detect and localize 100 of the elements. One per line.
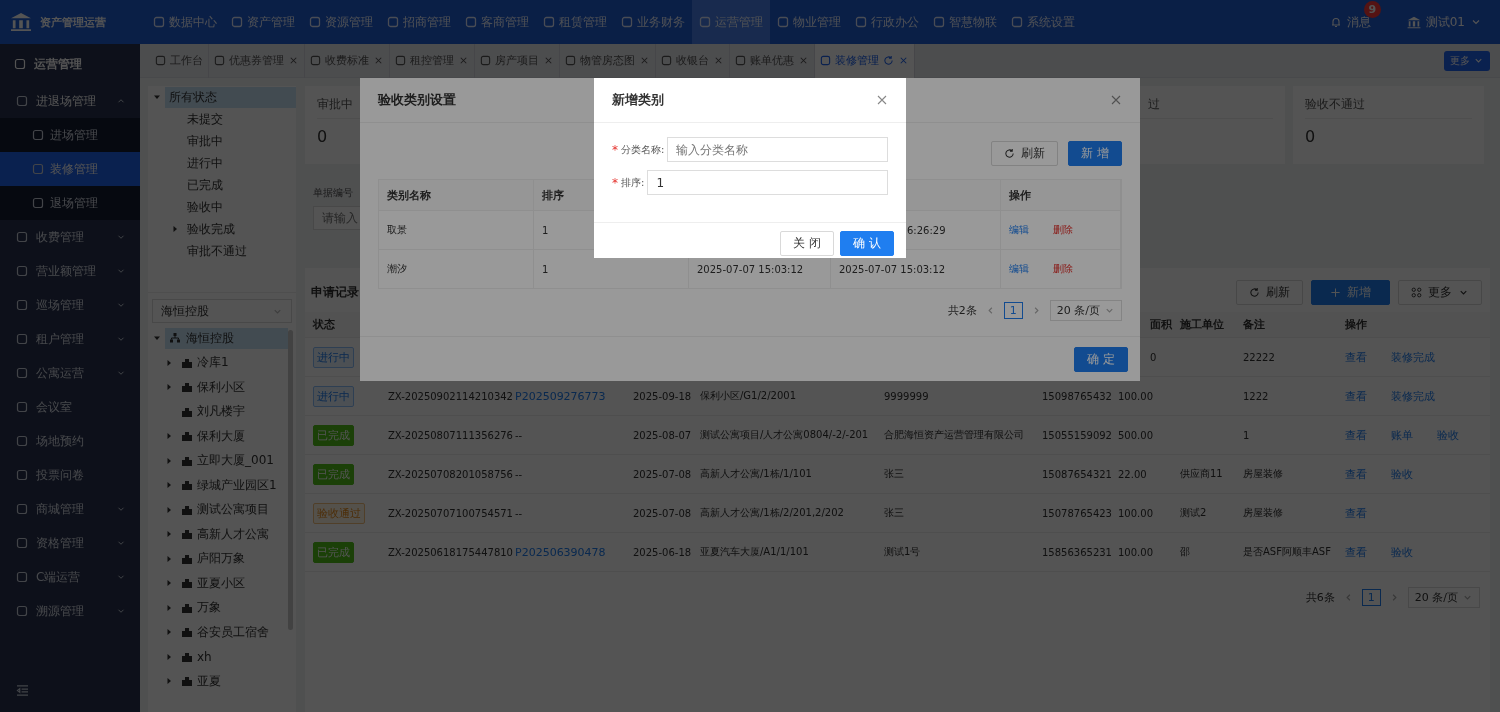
confirm-button[interactable]: 确 认 [840,231,894,256]
tree-node[interactable]: 未提交 [183,108,227,130]
column-header: 面积 [1149,317,1172,332]
tree-node[interactable]: 审批不通过 [183,240,251,262]
tree-node[interactable]: 验收完成 [183,218,239,240]
tree-node[interactable]: 冷库1 [179,352,231,374]
tree-node[interactable]: 亚夏小区 [179,572,247,594]
action-link[interactable]: 查看 [1345,349,1367,365]
square-icon [32,163,44,175]
tree-node[interactable]: 谷安员工宿舍 [179,621,271,643]
close-icon[interactable] [458,55,469,66]
column-header: 操作 [1345,317,1367,332]
close-icon[interactable] [798,55,809,66]
sidebar-subitem[interactable]: 装修管理 [0,152,140,186]
close-icon[interactable] [373,55,384,66]
tree-node[interactable]: 海恒控股 [165,327,288,349]
action-link[interactable]: 查看 [1345,544,1367,560]
table-cell-text: 6:26:29 [906,224,946,236]
field-label: 分类名称: [621,142,665,157]
contract-link[interactable]: P202509276773 [515,389,606,403]
close-button[interactable]: 关 闭 [780,231,835,256]
tab[interactable]: 装修管理 [815,43,915,78]
org-select[interactable]: 海恒控股 [152,299,292,323]
close-icon[interactable] [543,55,554,66]
tree-node[interactable]: 已完成 [183,174,227,196]
page-size-select[interactable]: 20 条/页 [1407,586,1480,608]
building-icon [181,503,193,516]
status-tag: 进行中 [313,385,354,407]
confirm-button[interactable]: 确 定 [1074,346,1128,372]
menu-fold-icon[interactable] [16,684,29,696]
bell-icon [1329,16,1342,28]
section-title: 申请记录 [311,283,359,301]
building-icon [181,405,193,418]
tree-node[interactable]: 保利小区 [179,376,247,398]
table-cell: 1222 [1243,390,1269,402]
contract-link[interactable]: P202506390478 [515,545,606,559]
action-link[interactable]: 账单 [1391,427,1413,443]
more-button[interactable]: 更多 [1398,279,1482,305]
table-cell: 15078765423 [1042,507,1112,519]
table-cell: ZX-20250708201058756 [388,468,513,480]
action-link[interactable]: 编辑 [1009,223,1029,237]
action-link[interactable]: 查看 [1345,505,1367,521]
action-link[interactable]: 编辑 [1009,262,1029,276]
tree-node[interactable]: xh [179,647,214,666]
sidebar-item[interactable]: 进退场管理 [0,84,140,118]
action-link[interactable]: 验收 [1437,427,1459,443]
close-icon[interactable] [288,55,299,66]
table-cell: 取景 [387,223,407,237]
table-cell: 保利小区/G1/2/2001 [700,389,797,403]
tree-node[interactable]: 保利大厦 [179,425,247,447]
close-icon[interactable] [1110,94,1122,106]
square-icon [14,58,26,70]
tree-node[interactable]: 进行中 [183,152,227,174]
table-cell: 15856365231 [1042,546,1112,558]
close-icon[interactable] [898,55,909,66]
tree-node[interactable]: 绿城产业园区1 [179,474,279,496]
tree-node[interactable]: 亚夏 [179,670,223,692]
square-icon [310,55,321,66]
close-icon[interactable] [876,94,888,106]
tree-node[interactable]: 庐阳万象 [179,548,247,570]
action-link[interactable]: 删除 [1053,223,1073,237]
tree-node[interactable]: 万象 [179,597,223,619]
action-link[interactable]: 删除 [1053,262,1073,276]
action-link[interactable]: 装修完成 [1391,388,1435,404]
close-icon[interactable] [713,55,724,66]
action-link[interactable]: 验收 [1391,544,1413,560]
input-field[interactable]: 输入分类名称 [667,137,888,162]
add-button[interactable]: 新增 [1311,279,1390,305]
action-link[interactable]: 查看 [1345,427,1367,443]
refresh-icon[interactable] [883,55,894,66]
user-menu[interactable]: 测试01 [1406,13,1482,31]
input-field[interactable]: 1 [647,170,888,195]
square-icon [309,16,321,28]
table-cell: -- [515,468,523,480]
action-link[interactable]: 装修完成 [1391,349,1435,365]
tree-node[interactable]: 刘凡楼宇 [179,401,247,423]
action-link[interactable]: 查看 [1345,388,1367,404]
page-number[interactable]: 1 [1361,588,1381,606]
tree-node[interactable]: 审批中 [183,130,227,152]
building-icon [181,381,193,394]
action-link[interactable]: 查看 [1345,466,1367,482]
status-tag: 已完成 [313,424,354,446]
tree-node[interactable]: 高新人才公寓 [179,523,271,545]
add-button[interactable]: 新 增 [1068,140,1122,166]
tree-node[interactable]: 立即大厦_001 [179,450,276,472]
square-icon [699,16,711,28]
action-link[interactable]: 验收 [1391,466,1413,482]
square-icon [933,16,945,28]
page-size-select[interactable]: 20 条/页 [1049,299,1122,321]
table-cell-text: 0 [1149,351,1157,363]
refresh-button[interactable]: 刷新 [991,140,1059,166]
tree-node[interactable]: 所有状态 [165,86,296,108]
refresh-button[interactable]: 刷新 [1236,279,1303,305]
tree-node[interactable]: 验收中 [183,196,227,218]
close-icon[interactable] [639,55,650,66]
column-header: 施工单位 [1180,317,1224,332]
table-cell: 2025-06-18 [633,546,692,558]
table-cell: 100.00 [1118,546,1153,558]
tree-node[interactable]: 测试公寓项目 [179,499,271,521]
page-number[interactable]: 1 [1003,301,1023,319]
